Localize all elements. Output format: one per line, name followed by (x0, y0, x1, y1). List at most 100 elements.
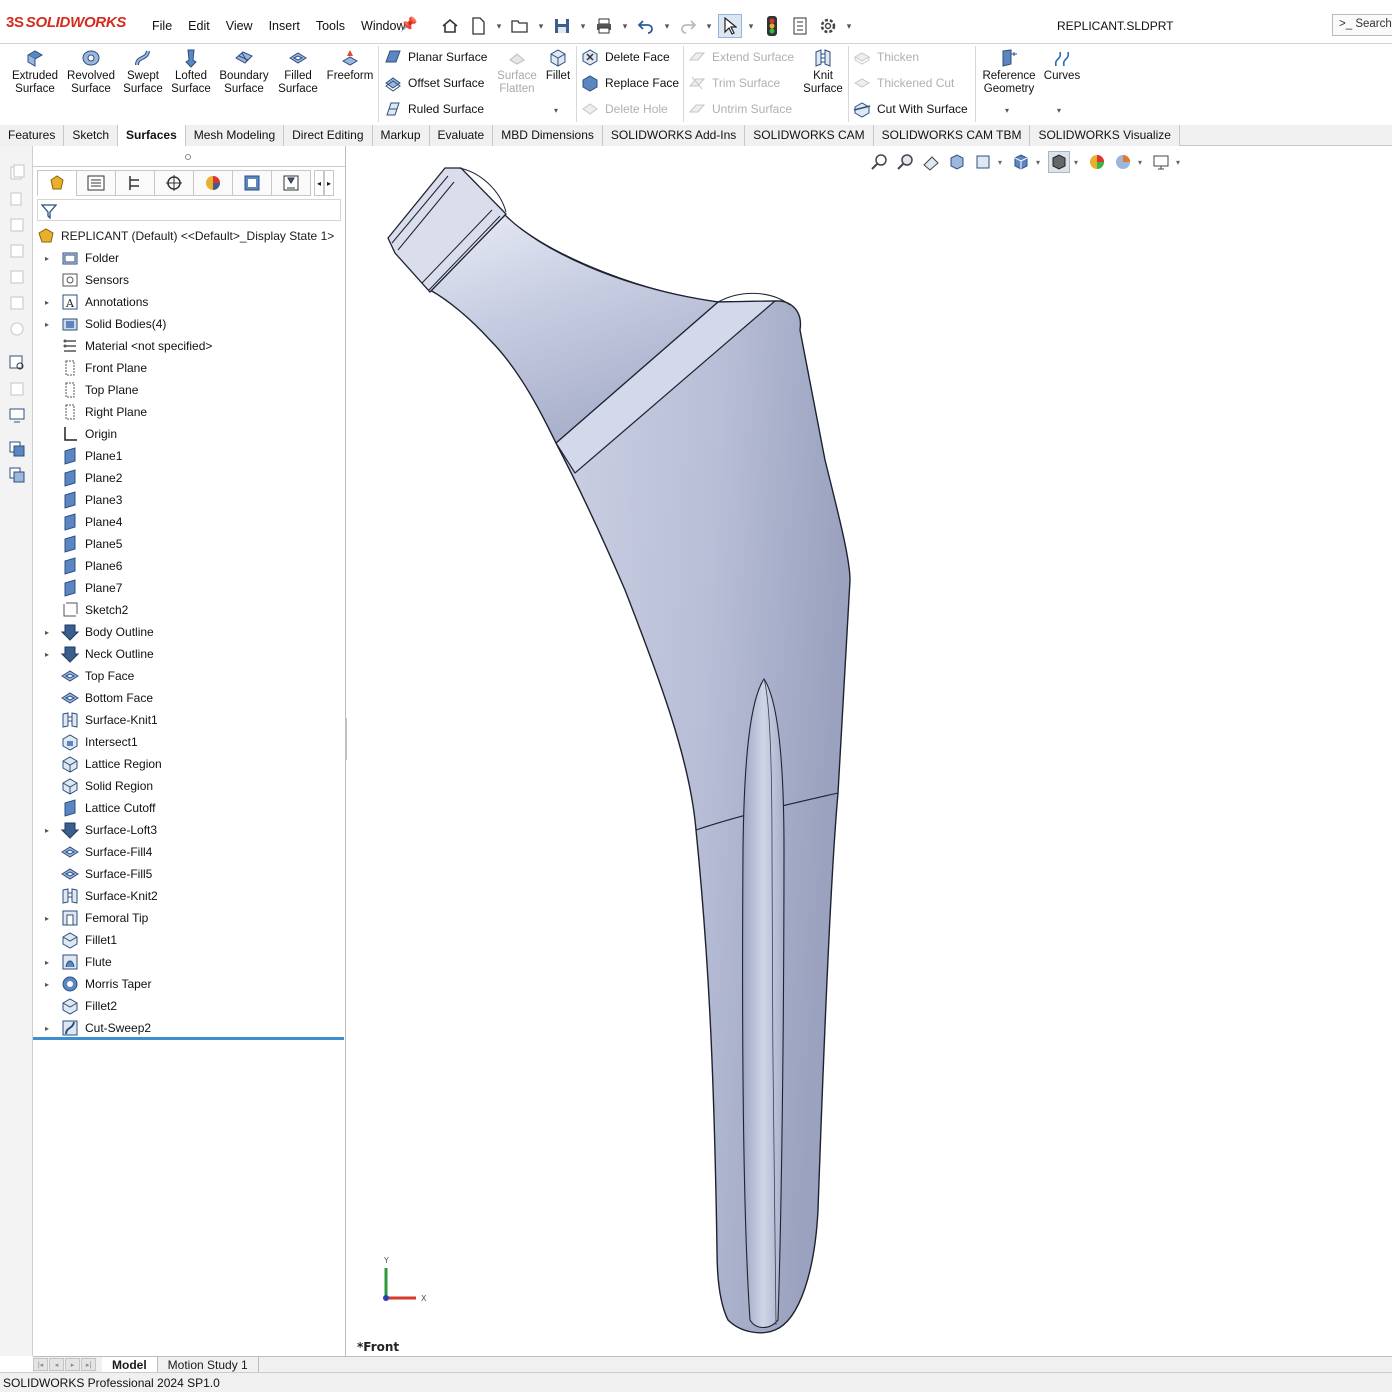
tab-property-manager[interactable] (76, 170, 116, 196)
thicken-button[interactable]: Thicken (853, 46, 919, 68)
display-style-icon[interactable] (1048, 151, 1070, 173)
tree-item-top-plane[interactable]: Top Plane (33, 379, 343, 401)
home-icon[interactable] (438, 14, 462, 38)
view-orientation-dropdown-icon[interactable]: ▾ (1036, 158, 1044, 167)
tree-item-surface-knit2[interactable]: Surface-Knit2 (33, 885, 343, 907)
select-cursor-icon[interactable] (718, 14, 742, 38)
view-orientation-icon[interactable] (1010, 151, 1032, 173)
boundary-surface-button[interactable]: Boundary Surface (216, 48, 272, 96)
layer-icon[interactable] (8, 216, 26, 234)
delete-face-button[interactable]: Delete Face (581, 46, 670, 68)
filled-surface-button[interactable]: Filled Surface (270, 48, 326, 96)
tab-markup[interactable]: Markup (372, 125, 430, 146)
tree-item-top-face[interactable]: Top Face (33, 665, 343, 687)
zoom-to-selection-icon[interactable] (8, 354, 26, 372)
tree-item-intersect1[interactable]: Intersect1 (33, 731, 343, 753)
tree-item-surface-loft3[interactable]: ▸ Surface-Loft3 (33, 819, 343, 841)
save-dropdown-icon[interactable]: ▾ (578, 21, 588, 32)
cut-with-surface-button[interactable]: Cut With Surface (853, 98, 968, 120)
tab-cam-feature-tree[interactable] (232, 170, 272, 196)
options-dropdown-icon[interactable]: ▾ (844, 21, 854, 32)
expand-arrow-icon[interactable]: ▸ (33, 980, 57, 989)
design-library-icon[interactable] (8, 440, 26, 458)
menu-insert[interactable]: Insert (261, 19, 308, 33)
expand-arrow-icon[interactable]: ▸ (33, 650, 57, 659)
delete-hole-button[interactable]: Delete Hole (581, 98, 668, 120)
zoom-to-area-icon[interactable] (894, 151, 916, 173)
extend-surface-button[interactable]: Extend Surface (688, 46, 794, 68)
tab-surfaces[interactable]: Surfaces (118, 125, 186, 146)
undo-dropdown-icon[interactable]: ▾ (662, 21, 672, 32)
offset-surface-button[interactable]: Offset Surface (384, 72, 484, 94)
tree-item-bottom-face[interactable]: Bottom Face (33, 687, 343, 709)
annotation-dropdown-icon[interactable]: ▾ (998, 158, 1006, 167)
expand-arrow-icon[interactable]: ▸ (33, 826, 57, 835)
edit-feature-icon[interactable] (8, 380, 26, 398)
section-icon[interactable] (8, 320, 26, 338)
tab-sketch[interactable]: Sketch (64, 125, 119, 146)
lofted-surface-button[interactable]: Lofted Surface (163, 48, 219, 96)
expand-arrow-icon[interactable]: ▸ (33, 958, 57, 967)
expand-arrow-icon[interactable]: ▸ (33, 628, 57, 637)
edit-appearance-icon[interactable] (1086, 151, 1108, 173)
menu-file[interactable]: File (144, 19, 180, 33)
tree-item-surface-knit1[interactable]: Surface-Knit1 (33, 709, 343, 731)
last-tab-icon[interactable]: ▸| (81, 1358, 96, 1371)
trim-surface-button[interactable]: Trim Surface (688, 72, 780, 94)
tab-solidworks-cam[interactable]: SOLIDWORKS CAM (745, 125, 874, 146)
tab-solidworks-visualize[interactable]: SOLIDWORKS Visualize (1030, 125, 1180, 146)
tab-model[interactable]: Model (102, 1356, 158, 1373)
scene-dropdown-icon[interactable]: ▾ (1138, 158, 1146, 167)
copy-icon[interactable] (8, 164, 26, 182)
knit-surface-button[interactable]: Knit Surface (795, 48, 851, 96)
search-commands-box[interactable]: >_ Search (1332, 14, 1392, 36)
tree-item-plane1[interactable]: Plane1 (33, 445, 343, 467)
redo-dropdown-icon[interactable]: ▾ (704, 21, 714, 32)
previous-tab-icon[interactable]: ◂ (49, 1358, 64, 1371)
tree-item-solid-bodies-4[interactable]: ▸ Solid Bodies(4) (33, 313, 343, 335)
tab-scroll-right-icon[interactable]: ▸ (324, 170, 334, 196)
select-dropdown-icon[interactable]: ▾ (746, 21, 756, 32)
view-settings-dropdown-icon[interactable]: ▾ (1176, 158, 1184, 167)
tree-item-material-not-specified[interactable]: Material <not specified> (33, 335, 343, 357)
redo-icon[interactable] (676, 14, 700, 38)
tree-item-lattice-cutoff[interactable]: Lattice Cutoff (33, 797, 343, 819)
tab-features[interactable]: Features (0, 125, 65, 146)
planar-surface-button[interactable]: Planar Surface (384, 46, 487, 68)
tree-root-part[interactable]: REPLICANT (Default) <<Default>_Display S… (37, 226, 334, 246)
curves-dropdown-icon[interactable]: ▾ (1057, 106, 1061, 115)
tab-display-manager[interactable] (193, 170, 233, 196)
tree-item-origin[interactable]: Origin (33, 423, 343, 445)
tree-item-front-plane[interactable]: Front Plane (33, 357, 343, 379)
new-dropdown-icon[interactable]: ▾ (494, 21, 504, 32)
expand-arrow-icon[interactable]: ▸ (33, 1024, 57, 1033)
dynamic-annotation-icon[interactable] (972, 151, 994, 173)
paste-icon[interactable] (8, 190, 26, 208)
tab-direct-editing[interactable]: Direct Editing (284, 125, 373, 146)
tab-configuration-manager[interactable] (115, 170, 155, 196)
tree-item-sketch2[interactable]: Sketch2 (33, 599, 343, 621)
tab-cam-operation-tree[interactable] (271, 170, 311, 196)
undo-icon[interactable] (634, 14, 658, 38)
display-style-dropdown-icon[interactable]: ▾ (1074, 158, 1082, 167)
tab-mbd-dimensions[interactable]: MBD Dimensions (493, 125, 603, 146)
tree-item-body-outline[interactable]: ▸ Body Outline (33, 621, 343, 643)
ruled-surface-button[interactable]: Ruled Surface (384, 98, 484, 120)
tree-item-sensors[interactable]: Sensors (33, 269, 343, 291)
tree-item-surface-fill4[interactable]: Surface-Fill4 (33, 841, 343, 863)
view-settings-icon[interactable] (1150, 151, 1172, 173)
tab-mesh-modeling[interactable]: Mesh Modeling (185, 125, 285, 146)
revolved-surface-button[interactable]: Revolved Surface (63, 48, 119, 96)
fillet-dropdown-icon[interactable]: ▾ (554, 106, 558, 115)
menu-tools[interactable]: Tools (308, 19, 353, 33)
femoral-stem-model[interactable] (347, 146, 1392, 1356)
expand-arrow-icon[interactable]: ▸ (33, 914, 57, 923)
tab-dimxpert-manager[interactable] (154, 170, 194, 196)
tab-solidworks-cam-tbm[interactable]: SOLIDWORKS CAM TBM (873, 125, 1031, 146)
tab-scroll-left-icon[interactable]: ◂ (314, 170, 324, 196)
tree-item-femoral-tip[interactable]: ▸ Femoral Tip (33, 907, 343, 929)
tree-item-plane6[interactable]: Plane6 (33, 555, 343, 577)
hide-icon[interactable] (8, 242, 26, 260)
tree-item-flute[interactable]: ▸ Flute (33, 951, 343, 973)
open-folder-icon[interactable] (508, 14, 532, 38)
